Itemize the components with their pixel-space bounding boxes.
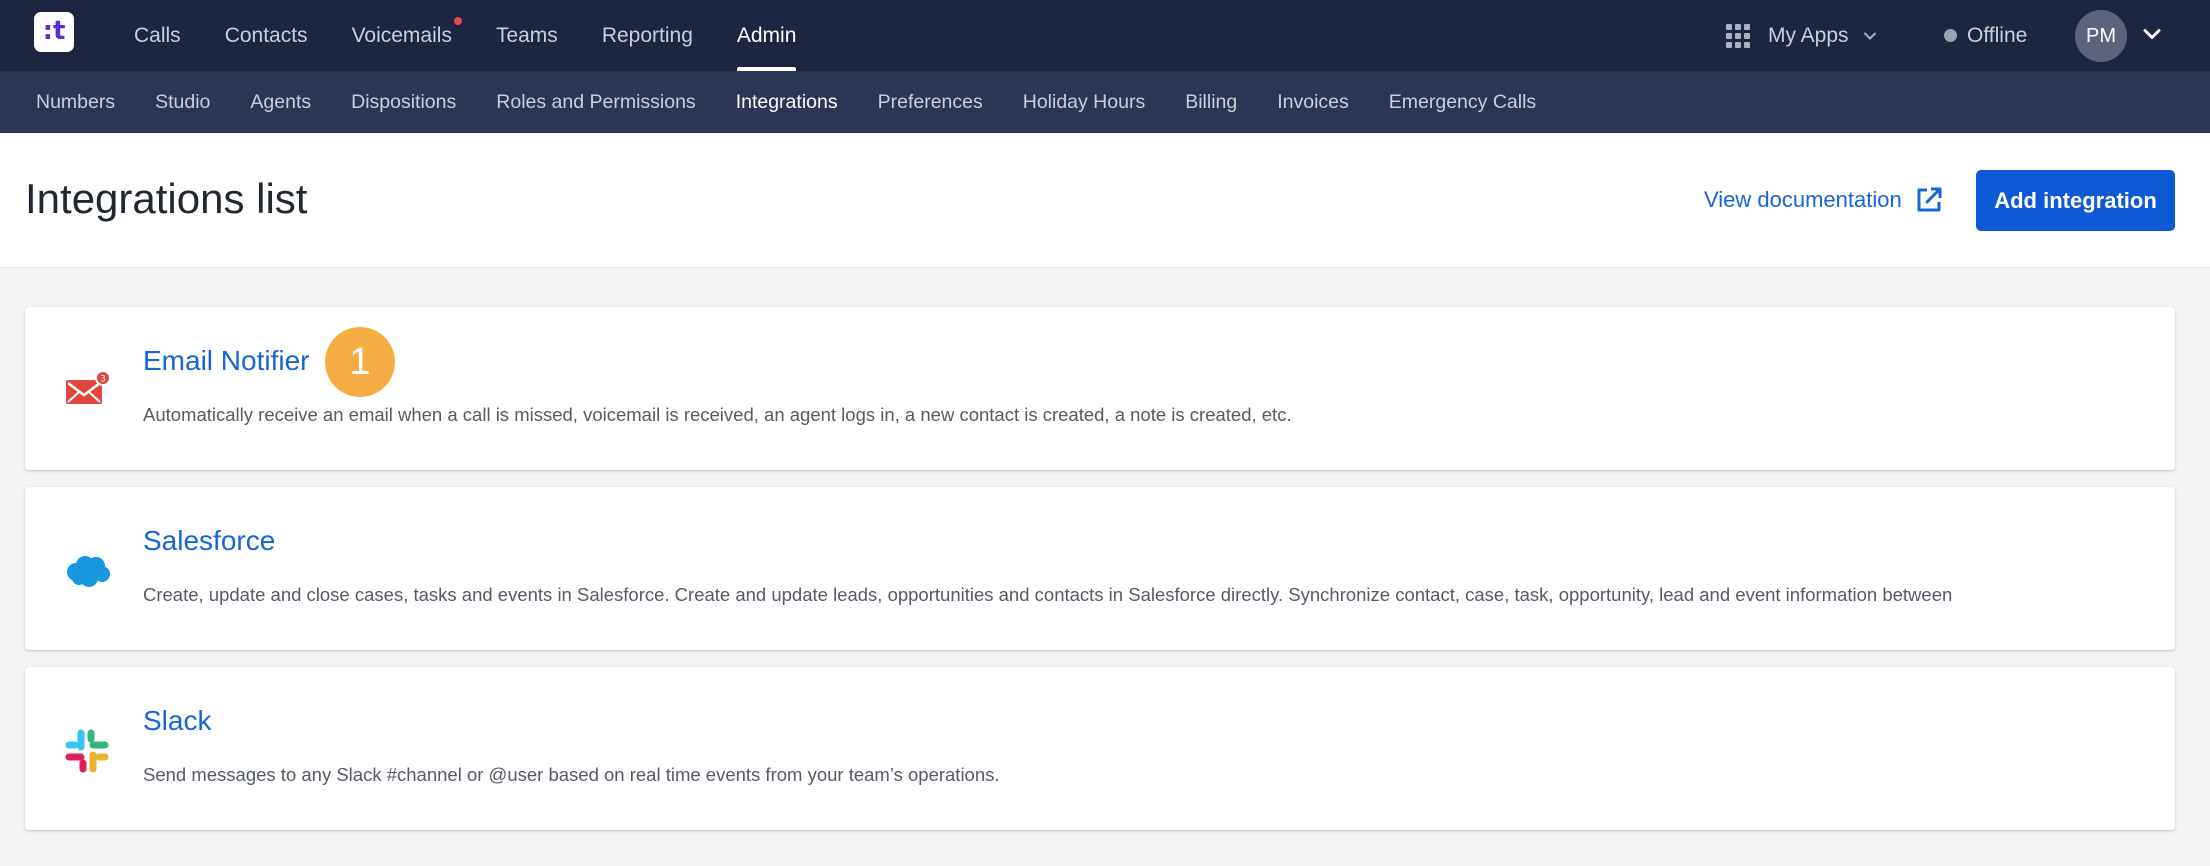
top-navbar: :t Calls Contacts Voicemails Teams Repor… bbox=[0, 0, 2210, 71]
integration-description: Automatically receive an email when a ca… bbox=[143, 404, 1292, 425]
nav-teams-label: Teams bbox=[495, 23, 558, 47]
user-avatar[interactable]: PM bbox=[2075, 10, 2127, 62]
subnav-agents[interactable]: Agents bbox=[230, 71, 331, 133]
integration-card-slack[interactable]: Slack Send messages to any Slack #channe… bbox=[25, 667, 2175, 830]
subnav-numbers[interactable]: Numbers bbox=[16, 71, 135, 133]
integration-title[interactable]: Email Notifier bbox=[143, 345, 309, 377]
envelope-icon: 3 bbox=[66, 370, 111, 404]
nav-calls-label: Calls bbox=[134, 23, 181, 47]
nav-contacts-label: Contacts bbox=[224, 23, 308, 47]
chevron-down-icon bbox=[1863, 32, 1876, 40]
notification-dot bbox=[453, 17, 462, 25]
agent-status-toggle[interactable]: Offline bbox=[1944, 0, 2027, 71]
admin-subnav: Numbers Studio Agents Dispositions Roles… bbox=[0, 71, 2210, 133]
nav-reporting[interactable]: Reporting bbox=[580, 0, 715, 71]
subnav-invoices[interactable]: Invoices bbox=[1257, 71, 1369, 133]
page-title: Integrations list bbox=[25, 175, 308, 222]
nav-voicemails-label: Voicemails bbox=[351, 23, 452, 47]
nav-admin[interactable]: Admin bbox=[715, 0, 819, 71]
subnav-studio[interactable]: Studio bbox=[135, 71, 230, 133]
subnav-roles-and-permissions[interactable]: Roles and Permissions bbox=[476, 71, 715, 133]
page-header: Integrations list View documentation Add… bbox=[0, 133, 2210, 268]
nav-contacts[interactable]: Contacts bbox=[203, 0, 330, 71]
step-number-badge: 1 bbox=[325, 327, 395, 397]
integration-card-salesforce[interactable]: Salesforce Create, update and close case… bbox=[25, 487, 2175, 650]
subnav-preferences[interactable]: Preferences bbox=[858, 71, 1003, 133]
integration-title[interactable]: Slack bbox=[143, 705, 211, 737]
integration-card-email-notifier[interactable]: 3 Email Notifier 1 Automatically receive… bbox=[25, 307, 2175, 470]
view-documentation-label: View documentation bbox=[1704, 187, 1902, 212]
slack-icon bbox=[65, 729, 109, 773]
status-label: Offline bbox=[1967, 23, 2028, 47]
nav-teams[interactable]: Teams bbox=[474, 0, 580, 71]
app-logo[interactable]: :t bbox=[34, 12, 74, 52]
status-dot-icon bbox=[1944, 29, 1957, 42]
integration-title[interactable]: Salesforce bbox=[143, 525, 275, 557]
svg-text:3: 3 bbox=[100, 375, 106, 385]
view-documentation-link[interactable]: View documentation bbox=[1704, 185, 1944, 215]
subnav-billing[interactable]: Billing bbox=[1165, 71, 1257, 133]
chevron-down-icon[interactable] bbox=[2142, 24, 2162, 44]
subnav-integrations[interactable]: Integrations bbox=[716, 71, 858, 133]
salesforce-cloud-icon bbox=[67, 556, 110, 587]
my-apps-label: My Apps bbox=[1768, 23, 1849, 47]
top-nav-menu: Calls Contacts Voicemails Teams Reportin… bbox=[112, 0, 818, 71]
nav-reporting-label: Reporting bbox=[601, 23, 693, 47]
avatar-initials: PM bbox=[2086, 24, 2116, 47]
subnav-holiday-hours[interactable]: Holiday Hours bbox=[1003, 71, 1165, 133]
integration-description: Create, update and close cases, tasks an… bbox=[143, 584, 1953, 605]
add-integration-button[interactable]: Add integration bbox=[1976, 170, 2175, 231]
nav-voicemails[interactable]: Voicemails bbox=[330, 0, 474, 71]
subnav-emergency-calls[interactable]: Emergency Calls bbox=[1369, 71, 1556, 133]
integration-description: Send messages to any Slack #channel or @… bbox=[143, 764, 1000, 785]
external-link-icon bbox=[1917, 187, 1942, 212]
app-logo-text: :t bbox=[42, 16, 66, 46]
subnav-dispositions[interactable]: Dispositions bbox=[331, 71, 476, 133]
nav-admin-label: Admin bbox=[736, 23, 797, 47]
apps-grid-icon bbox=[1726, 23, 1750, 48]
my-apps-menu[interactable]: My Apps bbox=[1726, 0, 1877, 71]
nav-calls[interactable]: Calls bbox=[112, 0, 203, 71]
